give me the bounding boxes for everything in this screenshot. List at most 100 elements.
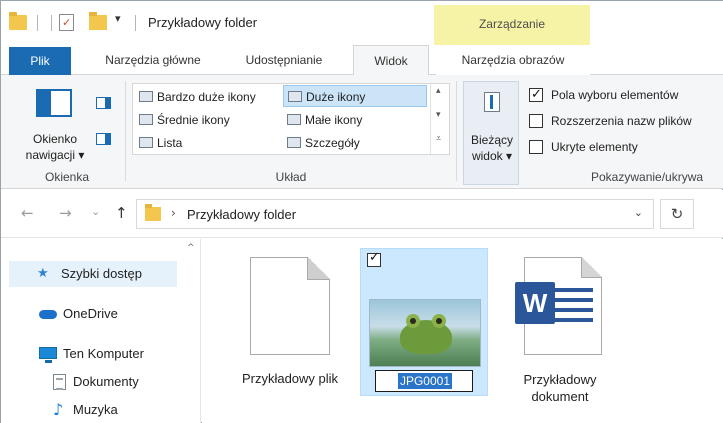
checkbox-label: Rozszerzenia nazw plików <box>551 114 692 128</box>
nav-item-onedrive[interactable]: OneDrive <box>1 301 181 327</box>
file-item-text[interactable]: Przykładowy plik <box>230 257 350 397</box>
file-item-word-document[interactable]: W Przykładowy dokument <box>500 257 620 417</box>
list-icon <box>139 137 153 148</box>
file-name-line-2: dokument <box>531 389 589 404</box>
group-separator <box>456 81 457 181</box>
back-arrow-icon[interactable]: ← <box>21 204 34 222</box>
layout-item-label: Lista <box>157 136 183 150</box>
file-name: Przykładowy <box>523 372 597 387</box>
group-separator <box>125 81 126 181</box>
navigation-pane-label-2: nawigacji ▾ <box>25 148 85 162</box>
scroll-up-icon[interactable]: ▴ <box>436 86 441 96</box>
refresh-button[interactable]: ↻ <box>660 199 694 229</box>
navigation-pane-label: Okienko <box>32 132 78 146</box>
nav-item-music[interactable]: ♪ Muzyka <box>1 397 181 423</box>
context-tab-group-header: Zarządzanie <box>434 5 590 45</box>
checkbox-label: Pola wyboru elementów <box>551 88 679 102</box>
ribbon-tabs: Plik Narzędzia główne Udostępnianie Wido… <box>1 45 723 76</box>
file-name: Przykładowy plik <box>241 371 339 386</box>
folder-icon <box>145 204 161 221</box>
word-logo-icon: W <box>515 282 555 324</box>
checkbox-unchecked-icon <box>529 114 543 128</box>
properties-icon[interactable]: ✓ <box>59 14 74 31</box>
layout-item-label: Średnie ikony <box>157 113 230 127</box>
ribbon-panel: Okienko nawigacji ▾ Okienka Bardzo duże … <box>1 75 723 189</box>
tab-view[interactable]: Widok <box>353 45 429 76</box>
breadcrumb-chevron-icon[interactable]: › <box>171 206 176 220</box>
nav-item-label: Dokumenty <box>73 374 139 389</box>
item-check-boxes-toggle[interactable]: Pola wyboru elementów <box>529 85 678 105</box>
music-icon: ♪ <box>53 400 64 419</box>
layout-gallery: Bardzo duże ikony Średnie ikony Lista Du… <box>132 83 450 155</box>
group-label-show-hide: Pokazywanie/ukrywa <box>591 170 704 184</box>
layout-item-label: Bardzo duże ikony <box>157 90 256 104</box>
image-thumbnail <box>369 299 481 367</box>
details-pane-icon[interactable] <box>96 133 111 145</box>
file-item-image[interactable]: JPG0001 <box>360 248 488 396</box>
tab-share[interactable]: Udostępnianie <box>229 45 339 75</box>
current-view-label: Bieżący <box>470 133 514 147</box>
folder-icon[interactable] <box>9 12 27 30</box>
nav-item-documents[interactable]: Dokumenty <box>1 369 181 395</box>
navigation-pane-icon <box>36 89 72 117</box>
group-label-panes: Okienka <box>44 170 90 184</box>
layout-details[interactable]: Szczegóły <box>283 132 427 154</box>
window-title: Przykładowy folder <box>148 15 258 30</box>
layout-extra-large-icons[interactable]: Bardzo duże ikony <box>135 86 281 108</box>
layout-item-label: Szczegóły <box>305 136 360 150</box>
address-dropdown-icon[interactable]: ⌄ <box>634 206 643 219</box>
tab-home[interactable]: Narzędzia główne <box>83 45 223 75</box>
forward-arrow-icon[interactable]: → <box>59 204 72 222</box>
hidden-items-toggle[interactable]: Ukryte elementy <box>529 137 638 157</box>
address-bar[interactable]: › Przykładowy folder ⌄ <box>136 199 654 229</box>
navigation-pane: ★ Szybki dostęp OneDrive Ten Komputer Do… <box>1 239 201 423</box>
up-arrow-icon[interactable]: ↑ <box>115 204 128 222</box>
current-view-label-2: widok ▾ <box>471 149 513 163</box>
nav-item-quick-access[interactable]: ★ Szybki dostęp <box>9 261 177 287</box>
preview-pane-icon[interactable] <box>96 97 111 109</box>
scroll-down-icon[interactable]: ▾ <box>436 110 441 120</box>
word-document-icon: W <box>515 257 602 355</box>
file-extensions-toggle[interactable]: Rozszerzenia nazw plików <box>529 111 692 131</box>
expand-gallery-icon[interactable]: ⩡ <box>436 134 441 144</box>
toolbar-separator <box>135 15 136 31</box>
layout-list[interactable]: Lista <box>135 132 281 154</box>
rename-selected-text[interactable]: JPG0001 <box>398 373 452 389</box>
extra-large-icons-icon <box>139 91 153 102</box>
group-label-layout: Układ <box>275 170 307 184</box>
computer-icon <box>39 347 57 363</box>
customize-toolbar-dropdown-icon[interactable]: ▾ <box>115 12 121 25</box>
scroll-up-icon[interactable]: ^ <box>187 243 195 253</box>
context-tab-group-label: Zarządzanie <box>478 17 546 31</box>
layout-small-icons[interactable]: Małe ikony <box>283 109 427 131</box>
breadcrumb-current[interactable]: Przykładowy folder <box>187 207 296 222</box>
rename-field[interactable]: JPG0001 <box>375 370 473 392</box>
current-view-button[interactable]: Bieżący widok ▾ <box>463 81 519 185</box>
tab-picture-tools[interactable]: Narzędzia obrazów <box>436 45 590 75</box>
star-icon: ★ <box>37 266 49 281</box>
new-folder-icon[interactable] <box>89 12 107 30</box>
nav-item-label: Ten Komputer <box>63 346 144 361</box>
layout-large-icons[interactable]: Duże ikony <box>283 85 427 107</box>
tab-file[interactable]: Plik <box>9 47 71 75</box>
small-icons-icon <box>287 114 301 125</box>
checkbox-unchecked-icon <box>529 140 543 154</box>
nav-item-label: OneDrive <box>63 306 118 321</box>
nav-item-label: Szybki dostęp <box>61 266 142 281</box>
cloud-icon <box>39 310 57 319</box>
title-bar: ✓ ▾ Przykładowy folder Zarządzanie <box>1 1 723 45</box>
nav-item-label: Muzyka <box>73 402 118 417</box>
details-icon <box>287 137 301 148</box>
recent-locations-chevron-icon[interactable]: ⌄ <box>91 205 100 218</box>
current-view-icon <box>484 92 500 112</box>
file-list: Przykładowy plik JPG0001 W Przykładowy d… <box>202 239 723 423</box>
nav-item-this-pc[interactable]: Ten Komputer <box>1 341 181 367</box>
medium-icons-icon <box>139 114 153 125</box>
layout-medium-icons[interactable]: Średnie ikony <box>135 109 281 131</box>
nav-scrollbar[interactable]: ^ <box>184 239 198 423</box>
layout-gallery-scroll[interactable]: ▴ ▾ ⩡ <box>430 84 448 154</box>
text-file-icon <box>250 257 330 355</box>
selection-checkbox-icon[interactable] <box>367 250 381 267</box>
large-icons-icon <box>288 91 302 102</box>
layout-item-label: Duże ikony <box>306 90 366 104</box>
